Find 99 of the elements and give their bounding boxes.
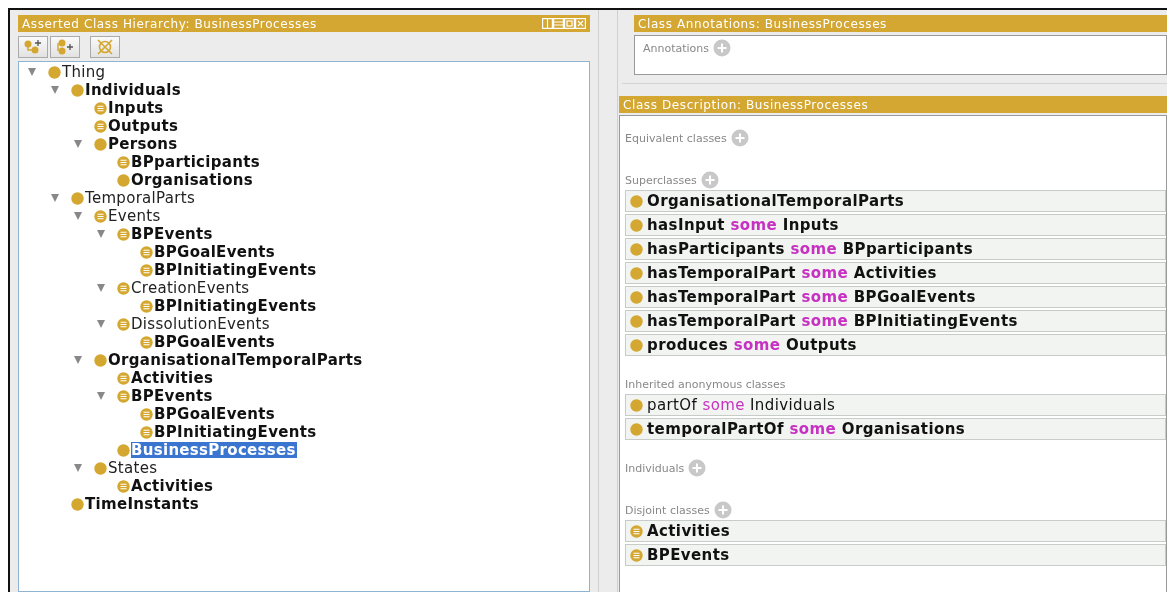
class-icon [630,422,643,436]
section-label: Individuals [625,461,685,475]
defined-class-icon [117,227,130,241]
class-expression: produces some Outputs [647,336,857,354]
tree-item[interactable]: BPInitiatingEvents [154,424,318,440]
tree-item[interactable]: TimeInstants [85,496,201,512]
panel-title: Asserted Class Hierarchy: BusinessProcesses [22,16,318,31]
defined-class-icon [94,119,107,133]
tree-item[interactable]: TemporalParts [85,190,196,206]
class-icon [94,137,107,151]
defined-class-icon [94,209,107,223]
delete-button[interactable] [90,36,120,58]
tree-item[interactable]: Inputs [108,100,165,116]
class-icon [630,338,643,352]
defined-class-icon [117,371,130,385]
expand-arrow-icon[interactable] [94,229,108,239]
tree-item[interactable]: States [108,460,159,476]
tree-item[interactable]: BPInitiatingEvents [154,298,318,314]
defined-class-icon [630,548,643,562]
panel-title: Class Description: BusinessProcesses [623,97,870,112]
window-controls-icon[interactable] [542,18,586,29]
class-expression: temporalPartOf some Organisations [647,420,966,438]
defined-class-icon [117,389,130,403]
tree-item[interactable]: DissolutionEvents [131,316,271,332]
section-label: Annotations [643,41,710,55]
class-expression: hasParticipants some BPparticipants [647,240,973,258]
class-name: BPEvents [647,546,730,564]
expand-arrow-icon[interactable] [48,193,62,203]
class-name: Activities [647,522,731,540]
tree-item[interactable]: BPEvents [131,226,214,242]
expand-arrow-icon[interactable] [94,391,108,401]
expand-arrow-icon[interactable] [94,319,108,329]
section-label: Superclasses [625,173,697,187]
class-icon [630,266,643,280]
defined-class-icon [140,407,153,421]
tree-item[interactable]: BPGoalEvents [154,406,276,422]
tree-item[interactable]: Events [108,208,162,224]
tree-item[interactable]: Activities [131,478,215,494]
class-icon [94,353,107,367]
tree-item[interactable]: Persons [108,136,179,152]
defined-class-icon [117,281,130,295]
tree-item[interactable]: CreationEvents [131,280,251,296]
class-name: OrganisationalTemporalParts [647,192,905,210]
tree-item[interactable]: BPparticipants [131,154,261,170]
class-icon [71,83,84,97]
class-icon [630,194,643,208]
expand-arrow-icon[interactable] [71,355,85,365]
class-expression: hasTemporalPart some BPGoalEvents [647,288,976,306]
class-expression: hasInput some Inputs [647,216,839,234]
tree-item[interactable]: BPGoalEvents [154,334,276,350]
expand-arrow-icon[interactable] [71,211,85,221]
defined-class-icon [117,155,130,169]
defined-class-icon [117,317,130,331]
delete-icon [95,39,115,55]
section-label: Inherited anonymous classes [625,377,786,391]
tree-item[interactable]: BPInitiatingEvents [154,262,318,278]
class-icon [94,461,107,475]
class-icon [630,290,643,304]
class-expression: partOf some Individuals [647,396,836,414]
expand-arrow-icon[interactable] [94,283,108,293]
tree-item[interactable]: OrganisationalTemporalParts [108,352,364,368]
add-sibling-button[interactable] [50,36,80,58]
section-label: Disjoint classes [625,503,710,517]
class-icon [48,65,61,79]
section-label: Equivalent classes [625,131,727,145]
expand-arrow-icon[interactable] [48,85,62,95]
class-icon [630,314,643,328]
add-subclass-button[interactable] [18,36,48,58]
defined-class-icon [140,263,153,277]
defined-class-icon [140,335,153,349]
add-subclass-icon [23,39,43,55]
class-icon [630,398,643,412]
class-icon [117,443,130,457]
expand-arrow-icon[interactable] [71,463,85,473]
tree-item[interactable]: Activities [131,370,215,386]
expand-arrow-icon[interactable] [71,139,85,149]
tree-item[interactable]: Individuals [85,82,182,98]
class-expression: hasTemporalPart some BPInitiatingEvents [647,312,1018,330]
tree-item[interactable]: BPEvents [131,388,214,404]
class-icon [117,173,130,187]
defined-class-icon [117,479,130,493]
expand-arrow-icon[interactable] [25,67,39,77]
add-sibling-icon [55,39,75,55]
defined-class-icon [94,101,107,115]
tree-item[interactable]: Thing [62,64,107,80]
class-icon [71,497,84,511]
tree-item[interactable]: Organisations [131,172,254,188]
panel-title: Class Annotations: BusinessProcesses [638,16,888,31]
class-icon [630,242,643,256]
defined-class-icon [630,524,643,538]
defined-class-icon [140,425,153,439]
tree-item[interactable]: BPGoalEvents [154,244,276,260]
tree-item[interactable]: Outputs [108,118,180,134]
defined-class-icon [140,299,153,313]
defined-class-icon [140,245,153,259]
tree-item[interactable]: BusinessProcesses [131,442,297,458]
class-icon [71,191,84,205]
class-expression: hasTemporalPart some Activities [647,264,937,282]
class-icon [630,218,643,232]
